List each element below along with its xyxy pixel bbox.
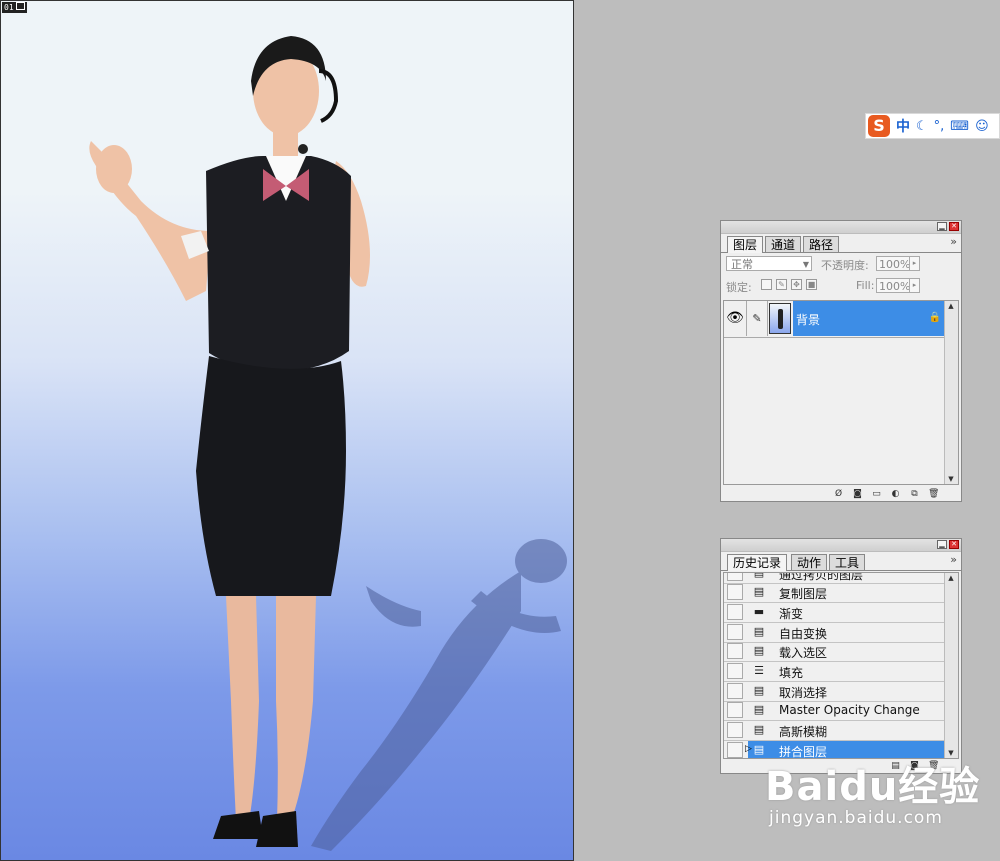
snapshot-checkbox[interactable] [727, 573, 743, 581]
lock-transparent-icon[interactable] [761, 279, 772, 290]
panel-titlebar[interactable]: ▁ ✕ [721, 221, 961, 234]
moon-icon[interactable]: ☾ [916, 119, 928, 134]
lock-brush-icon[interactable]: ✎ [776, 279, 787, 290]
history-list: ▤ 通过拷贝的图层 ▤ 复制图层 ▬ 渐变 ▤ 自由变换 ▤ 载入选区 ☰ 填充 ▤ 取消选择… [723, 572, 959, 759]
new-layer-icon[interactable]: ⧉ [909, 489, 920, 499]
snapshot-checkbox[interactable] [727, 643, 743, 659]
snapshot-checkbox[interactable] [727, 702, 743, 718]
opacity-field[interactable]: 100% ▸ [876, 256, 920, 271]
tab-history[interactable]: 历史记录 [727, 554, 788, 571]
chevron-down-icon: ▼ [802, 260, 809, 269]
layer-thumbnail [769, 303, 791, 334]
close-icon[interactable]: ✕ [949, 222, 959, 231]
history-scrollbar[interactable]: ▲ ▼ [944, 573, 958, 758]
history-item[interactable]: ☰ 填充 [724, 662, 944, 682]
eye-icon[interactable]: 👁 [724, 301, 747, 336]
tab-tools[interactable]: 工具 [829, 554, 866, 570]
snapshot-checkbox[interactable] [727, 722, 743, 738]
ime-mode-toggle[interactable]: 中 [896, 116, 910, 136]
user-icon[interactable]: ☺ [975, 119, 989, 134]
minimize-icon[interactable]: ▁ [937, 540, 947, 549]
layer-selection[interactable]: 背景 🔒 [793, 301, 944, 336]
layer-style-icon[interactable]: Ø [833, 489, 844, 499]
layers-list: 👁 ✎ 背景 🔒 ▲ ▼ [723, 300, 959, 485]
snapshot-checkbox[interactable] [727, 742, 743, 758]
fill-label: Fill: [856, 279, 875, 292]
baidu-watermark: Baidu经验 jingyan.baidu.com [765, 754, 995, 828]
punctuation-icon[interactable]: °, [934, 119, 945, 134]
ime-logo-icon[interactable]: S [868, 115, 890, 137]
snapshot-checkbox[interactable] [727, 683, 743, 699]
history-step-icon: ▤ [753, 585, 765, 598]
panel-titlebar[interactable]: ▁ ✕ [721, 539, 961, 552]
layers-footer: Ø ◙ ▭ ◐ ⧉ 🗑 [721, 487, 961, 501]
chevron-right-icon[interactable]: ▸ [909, 279, 919, 292]
history-step-icon: ▤ [753, 703, 765, 716]
layer-row[interactable]: 👁 ✎ 背景 🔒 [724, 301, 944, 338]
tab-paths[interactable]: 路径 [803, 236, 840, 252]
history-step-icon: ▤ [753, 572, 765, 579]
history-step-icon: ▤ [753, 723, 765, 736]
keyboard-icon[interactable]: ⌨ [950, 119, 969, 134]
opacity-label: 不透明度: [821, 259, 869, 272]
snapshot-checkbox[interactable] [727, 624, 743, 640]
history-item[interactable]: ▤ 自由变换 [724, 623, 944, 643]
scroll-down-icon[interactable]: ▼ [945, 474, 957, 484]
history-step-icon: ▤ [753, 644, 765, 657]
close-icon[interactable]: ✕ [949, 540, 959, 549]
panel-menu-icon[interactable]: » [950, 235, 957, 248]
layer-name: 背景 [796, 313, 821, 327]
scroll-up-icon[interactable]: ▲ [945, 573, 957, 583]
lock-label: 锁定: [726, 281, 752, 294]
figure-shadow [311, 539, 567, 851]
history-state-marker-icon[interactable]: ▷ [745, 744, 752, 754]
history-item[interactable]: ▤ 取消选择 [724, 682, 944, 702]
minimize-icon[interactable]: ▁ [937, 222, 947, 231]
history-item[interactable]: ▬ 渐变 [724, 603, 944, 623]
layer-mask-icon[interactable]: ◙ [852, 489, 863, 499]
snapshot-checkbox[interactable] [727, 584, 743, 600]
history-step-icon: ▤ [753, 625, 765, 638]
photo-woman-figure [89, 36, 567, 851]
fill-field[interactable]: 100% ▸ [876, 278, 920, 293]
tab-actions[interactable]: 动作 [791, 554, 828, 570]
tab-layers[interactable]: 图层 [727, 236, 764, 253]
scroll-up-icon[interactable]: ▲ [945, 301, 957, 311]
tab-channels[interactable]: 通道 [765, 236, 802, 252]
new-group-icon[interactable]: ▭ [871, 489, 882, 499]
ime-toolbar[interactable]: S 中 ☾ °, ⌨ ☺ [865, 113, 1000, 139]
history-tabs: 历史记录 动作 工具 » [721, 552, 961, 571]
fill-icon: ☰ [754, 664, 764, 677]
document-canvas[interactable]: 01 [0, 0, 574, 861]
snapshot-checkbox[interactable] [727, 604, 743, 620]
history-step-icon: ▤ [753, 684, 765, 697]
lock-move-icon[interactable]: ✥ [791, 279, 802, 290]
layers-panel: ▁ ✕ 图层 通道 路径 » 正常 ▼ 不透明度: 100% ▸ 锁定: ✎ ✥ ■… [720, 220, 962, 502]
history-panel: ▁ ✕ 历史记录 动作 工具 » ▤ 通过拷贝的图层 ▤ 复制图层 ▬ 渐变 ▤ 自由变… [720, 538, 962, 774]
baidu-logo: Baidu经验 [765, 764, 981, 810]
history-item[interactable]: ▤ 载入选区 [724, 642, 944, 662]
trash-icon[interactable]: 🗑 [928, 489, 939, 499]
blend-row: 正常 ▼ 不透明度: 100% ▸ [721, 253, 961, 275]
history-step-icon: ▤ [753, 743, 765, 756]
adjustment-layer-icon[interactable]: ◐ [890, 489, 901, 499]
history-item[interactable]: ▤ 高斯模糊 [724, 721, 944, 741]
lock-row: 锁定: ✎ ✥ ■ Fill: 100% ▸ [721, 275, 961, 297]
blend-mode-select[interactable]: 正常 ▼ [726, 256, 812, 271]
layers-scrollbar[interactable]: ▲ ▼ [944, 301, 958, 484]
lock-all-icon[interactable]: ■ [806, 279, 817, 290]
panel-menu-icon[interactable]: » [950, 553, 957, 566]
layers-tabs: 图层 通道 路径 » [721, 234, 961, 253]
lock-icon: 🔒 [928, 312, 941, 323]
chevron-right-icon[interactable]: ▸ [909, 257, 919, 270]
gradient-icon: ▬ [753, 605, 765, 618]
brush-icon[interactable]: ✎ [747, 301, 768, 336]
history-item[interactable]: ▤ Master Opacity Change [724, 701, 944, 721]
snapshot-checkbox[interactable] [727, 663, 743, 679]
history-item[interactable]: ▤ 复制图层 [724, 583, 944, 603]
